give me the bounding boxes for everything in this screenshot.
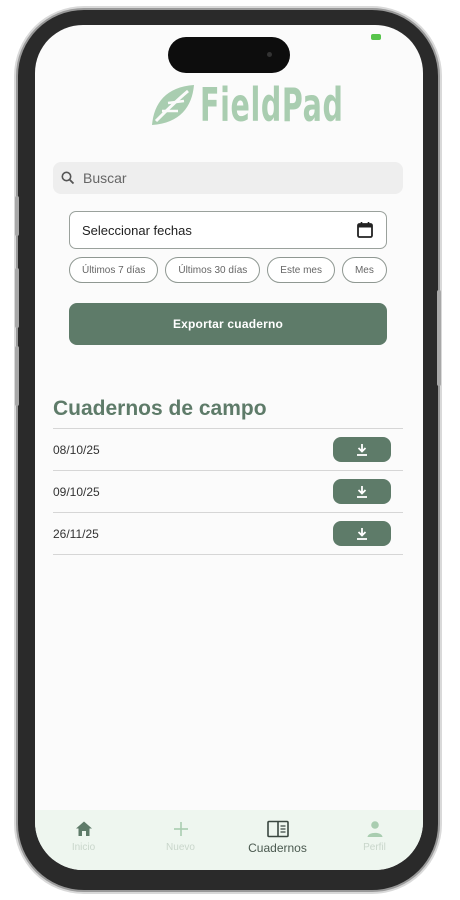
search-icon (61, 171, 75, 185)
nav-label: Cuadernos (248, 841, 307, 855)
date-range-label: Seleccionar fechas (82, 222, 192, 238)
notebook-list: 08/10/25 09/10/25 26/11/25 (53, 428, 403, 555)
plus-icon (173, 822, 188, 836)
download-button[interactable] (333, 479, 391, 504)
home-icon (75, 821, 92, 836)
nav-item-perfil[interactable]: Perfil (335, 810, 415, 853)
side-button-volume-up (15, 268, 19, 328)
chip-month[interactable]: Mes (341, 257, 387, 283)
list-item[interactable]: 08/10/25 (53, 429, 403, 471)
battery-icon (371, 34, 381, 40)
list-item[interactable]: 26/11/25 (53, 513, 403, 555)
leaf-logo-icon (152, 85, 194, 125)
date-preset-chips: Últimos 7 días Últimos 30 días Este mes … (69, 257, 388, 287)
section-title: Cuadernos de campo (53, 397, 267, 420)
notebook-date: 09/10/25 (53, 484, 100, 499)
download-icon (357, 485, 367, 498)
person-icon (367, 821, 382, 837)
chip-last-30-days[interactable]: Últimos 30 días (165, 257, 261, 283)
bottom-nav: Inicio Nuevo Cuadernos Perfil (35, 810, 423, 870)
search-input[interactable]: Buscar (53, 162, 403, 194)
chip-this-month[interactable]: Este mes (267, 257, 335, 283)
nav-item-nuevo[interactable]: Nuevo (141, 810, 221, 853)
app-logo: FieldPad (148, 77, 423, 133)
dynamic-island (168, 37, 290, 73)
logo-text: FieldPad (200, 78, 344, 132)
side-button-volume-down (15, 346, 19, 406)
side-button-silent (15, 196, 19, 236)
book-icon (266, 820, 289, 838)
download-icon (357, 443, 367, 456)
download-button[interactable] (333, 521, 391, 546)
chip-last-7-days[interactable]: Últimos 7 días (69, 257, 159, 283)
side-button-power (437, 290, 441, 386)
notebook-date: 26/11/25 (53, 526, 99, 541)
search-placeholder: Buscar (83, 170, 127, 186)
nav-item-cuadernos[interactable]: Cuadernos (238, 810, 318, 855)
notebook-date: 08/10/25 (53, 442, 100, 457)
nav-label: Perfil (363, 842, 386, 853)
export-notebook-button[interactable]: Exportar cuaderno (69, 303, 387, 345)
nav-label: Nuevo (166, 842, 195, 853)
nav-item-inicio[interactable]: Inicio (44, 810, 124, 853)
date-range-field[interactable]: Seleccionar fechas (69, 211, 387, 249)
download-icon (357, 527, 367, 540)
app-screen: FieldPad Buscar Seleccionar fechas Últim… (35, 25, 423, 870)
calendar-icon[interactable] (356, 221, 374, 239)
list-item[interactable]: 09/10/25 (53, 471, 403, 513)
download-button[interactable] (333, 437, 391, 462)
nav-label: Inicio (71, 842, 96, 853)
